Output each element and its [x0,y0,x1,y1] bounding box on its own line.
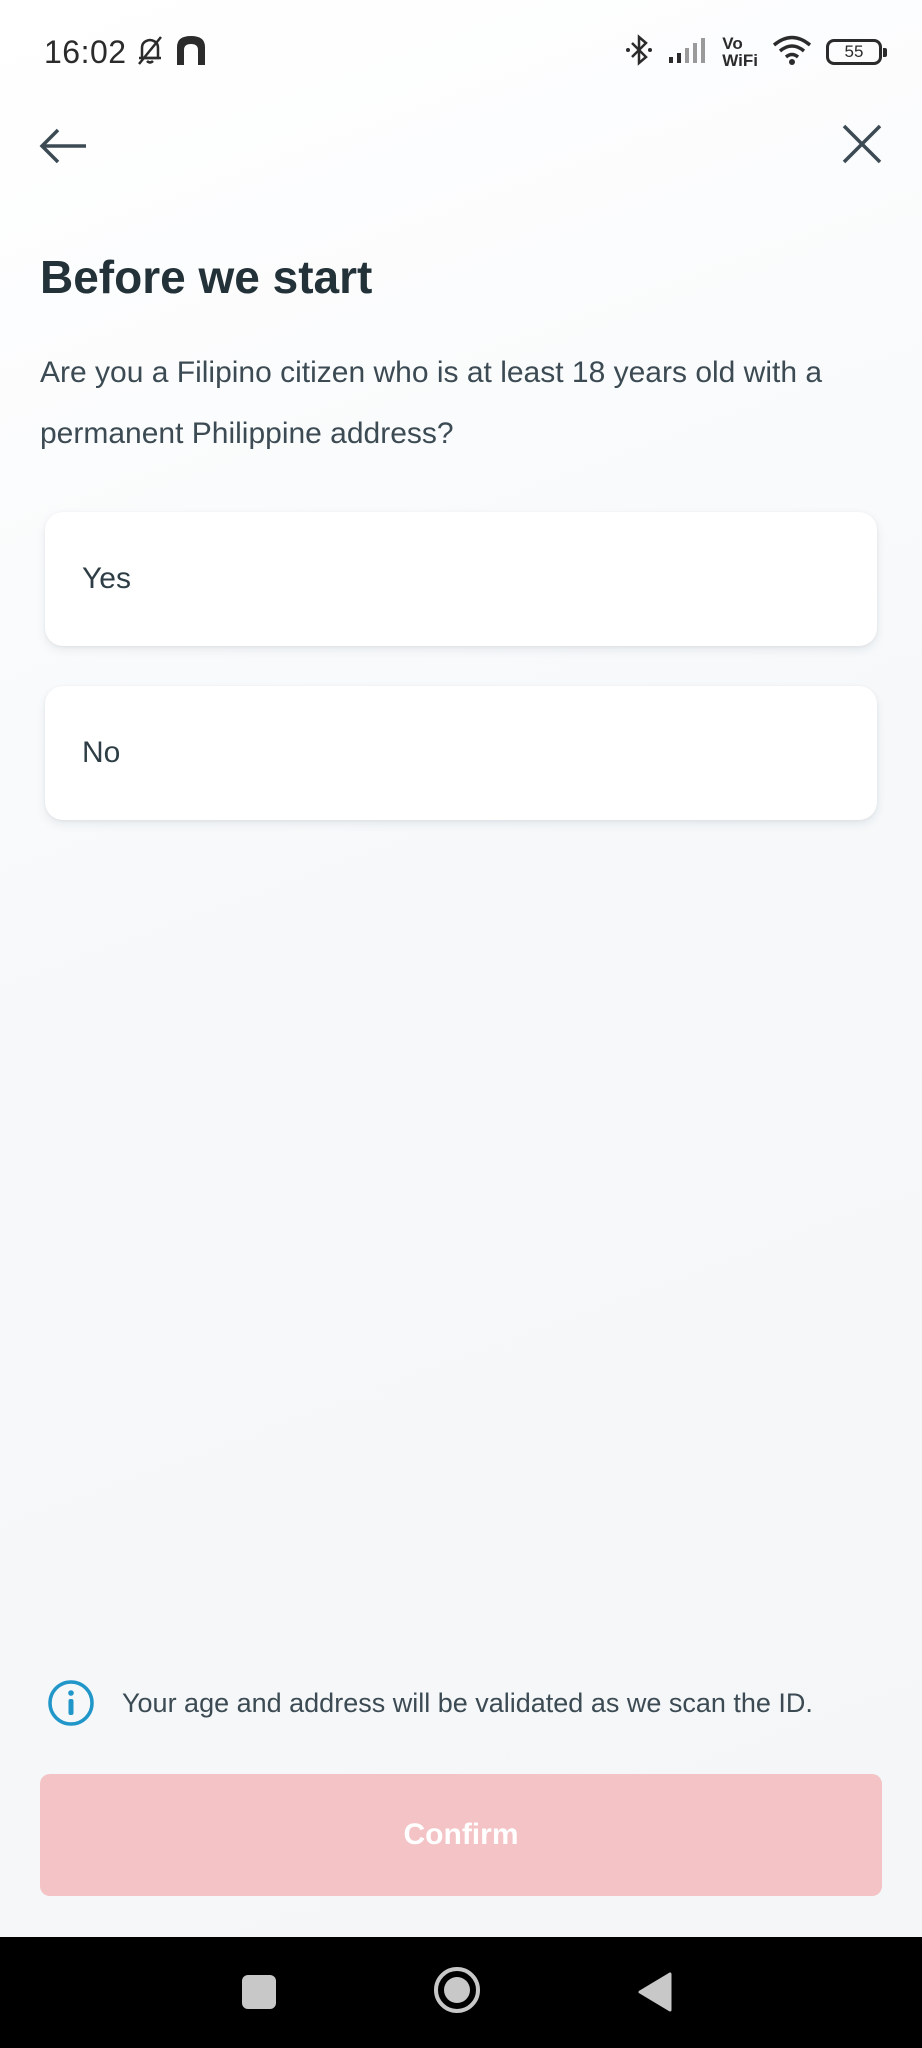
close-button[interactable] [838,120,886,168]
home-button[interactable] [432,1965,482,2015]
vowifi-bottom: WiFi [722,51,758,70]
system-back-button[interactable] [636,1971,674,2013]
bluetooth-icon [624,33,654,71]
option-no[interactable]: No [45,686,877,820]
info-text: Your age and address will be validated a… [122,1687,813,1718]
page-title: Before we start [40,251,373,303]
status-bar: 16:02 Vo WiFi 55 [0,0,922,104]
triangle-back-icon [638,1972,672,2012]
back-button[interactable] [36,124,92,168]
arrow-left-icon [39,128,86,164]
info-notice: Your age and address will be validated a… [46,1678,896,1728]
confirm-button[interactable]: Confirm [40,1774,882,1896]
signal-icon [668,35,708,70]
home-circle-icon [434,1967,480,2013]
option-yes[interactable]: Yes [45,512,877,646]
battery-indicator: 55 [826,39,887,65]
system-nav-bar [0,1937,922,2048]
wifi-icon [772,34,812,71]
option-no-label: No [82,736,121,769]
status-time: 16:02 [44,33,127,70]
bell-muted-icon [133,33,167,72]
top-nav [0,108,922,184]
recents-button[interactable] [242,1975,276,2009]
status-left: 16:02 [44,32,209,73]
close-icon [842,124,882,164]
status-right: Vo WiFi 55 [624,33,887,71]
home-app-icon [173,32,209,73]
option-yes-label: Yes [82,562,131,595]
vowifi-indicator: Vo WiFi [722,35,758,69]
info-icon [46,1678,96,1728]
eligibility-question: Are you a Filipino citizen who is at lea… [40,356,823,450]
